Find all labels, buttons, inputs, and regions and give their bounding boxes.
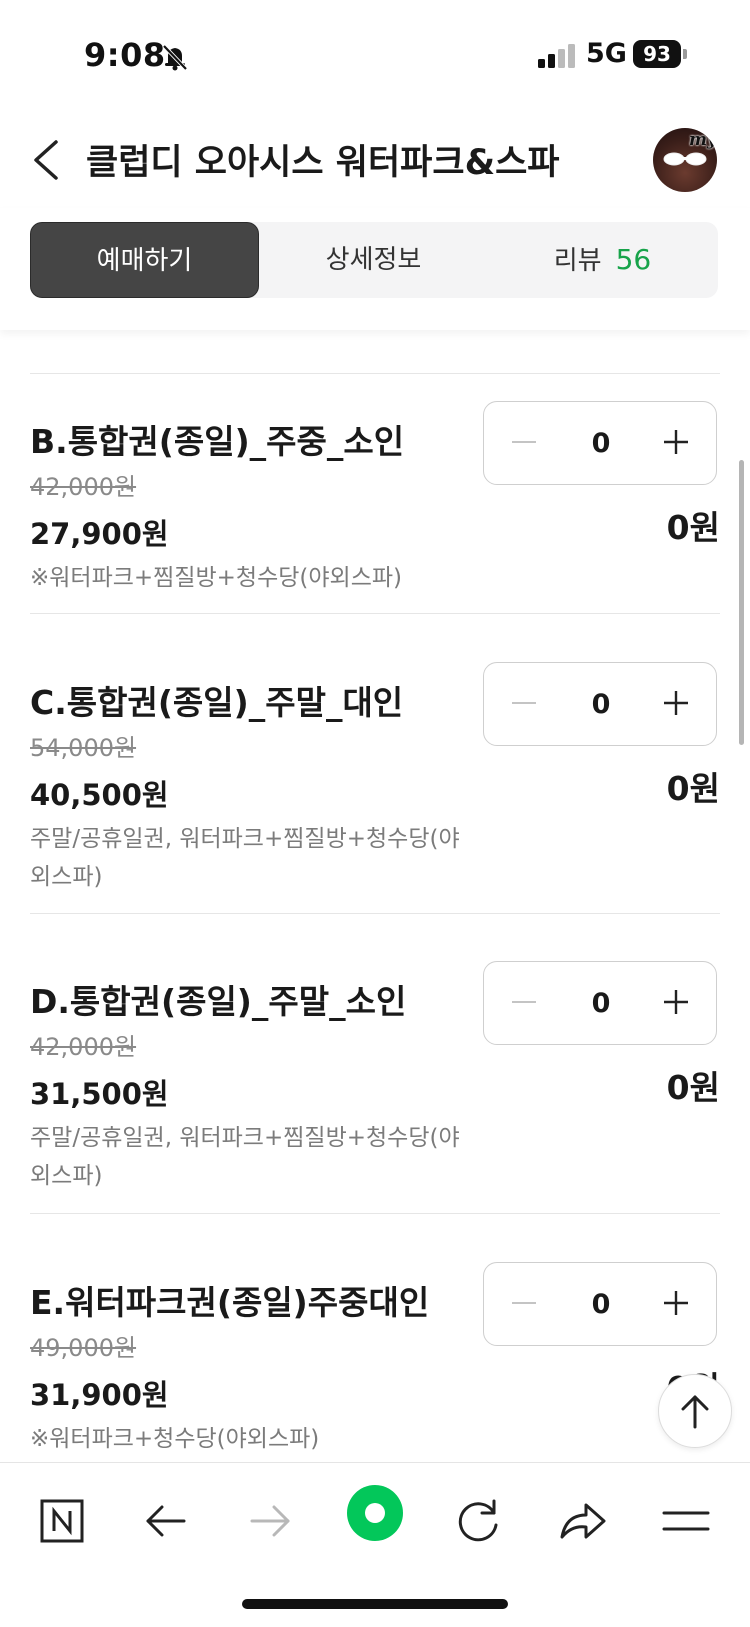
- ticket-price: 40,500원: [30, 778, 169, 812]
- refresh-icon[interactable]: [448, 1491, 508, 1551]
- menu-icon[interactable]: [656, 1491, 716, 1551]
- battery-tip: [683, 49, 687, 59]
- tab-details[interactable]: 상세정보: [259, 222, 488, 298]
- green-dot-icon[interactable]: [345, 1483, 405, 1543]
- minus-button[interactable]: [504, 1283, 544, 1323]
- status-time: 9:08: [84, 36, 166, 74]
- tab-details-label: 상세정보: [325, 245, 422, 275]
- back-button[interactable]: [28, 138, 64, 182]
- tab-reviews-label: 리뷰: [553, 246, 602, 276]
- quantity-stepper: 0: [483, 662, 717, 746]
- divider: [30, 913, 720, 914]
- divider: [30, 613, 720, 614]
- tab-reviews[interactable]: 리뷰 56: [488, 222, 717, 298]
- plus-button[interactable]: [656, 982, 696, 1022]
- ticket-total: 0원: [666, 1068, 720, 1107]
- quantity-value: 0: [591, 689, 611, 720]
- ticket-original-price: 42,000원: [30, 1033, 137, 1061]
- battery-indicator: 93: [633, 40, 681, 68]
- tab-bar: 예매하기 상세정보 리뷰 56: [30, 222, 718, 298]
- ticket-description: ※워터파크+청수당(야외스파): [30, 1426, 320, 1452]
- quantity-stepper: 0: [483, 961, 717, 1045]
- ticket-name: C.통합권(종일)_주말_대인: [30, 683, 404, 722]
- browser-toolbar: [0, 1462, 750, 1627]
- ticket-list: B.통합권(종일)_주중_소인 42,000원 27,900원 ※워터파크+찜질…: [0, 330, 750, 1462]
- network-label: 5G: [586, 38, 627, 69]
- plus-button[interactable]: [656, 683, 696, 723]
- tab-booking-label: 예매하기: [96, 246, 193, 276]
- divider: [30, 373, 720, 374]
- signal-icon: [538, 44, 575, 68]
- plus-button[interactable]: [656, 422, 696, 462]
- ticket-total: 0원: [666, 508, 720, 547]
- plus-button[interactable]: [656, 1283, 696, 1323]
- tab-bar-container: 예매하기 상세정보 리뷰 56: [0, 208, 750, 330]
- quantity-value: 0: [591, 988, 611, 1019]
- ticket-name: D.통합권(종일)_주말_소인: [30, 982, 407, 1021]
- arrow-right-icon[interactable]: [240, 1491, 300, 1551]
- quantity-value: 0: [591, 1289, 611, 1320]
- header: 클럽디 오아시스 워터파크&스파 my: [0, 110, 750, 208]
- naver-n-icon[interactable]: [32, 1491, 92, 1551]
- minus-button[interactable]: [504, 982, 544, 1022]
- minus-button[interactable]: [504, 422, 544, 462]
- ticket-description: ※워터파크+찜질방+청수당(야외스파): [30, 565, 403, 591]
- ticket-price: 31,900원: [30, 1378, 169, 1412]
- ticket-original-price: 54,000원: [30, 734, 137, 762]
- scroll-top-button[interactable]: [658, 1374, 732, 1448]
- review-count: 56: [615, 243, 652, 276]
- page-title: 클럽디 오아시스 워터파크&스파: [86, 143, 560, 183]
- avatar-glasses-icon: [663, 152, 707, 166]
- ticket-price: 31,500원: [30, 1077, 169, 1111]
- ticket-price: 27,900원: [30, 517, 169, 551]
- arrow-left-icon[interactable]: [136, 1491, 196, 1551]
- ticket-original-price: 49,000원: [30, 1334, 137, 1362]
- ticket-total: 0원: [666, 769, 720, 808]
- ticket-name: E.워터파크권(종일)주중대인: [30, 1283, 430, 1322]
- arrow-up-icon: [681, 1395, 709, 1429]
- avatar[interactable]: my: [653, 128, 717, 192]
- minus-button[interactable]: [504, 683, 544, 723]
- quantity-value: 0: [591, 428, 611, 459]
- tab-booking[interactable]: 예매하기: [30, 222, 259, 298]
- ticket-description: 주말/공휴일권, 워터파크+찜질방+청수당(야외스파): [30, 1125, 460, 1189]
- divider: [30, 1213, 720, 1214]
- scrollbar[interactable]: [739, 460, 744, 745]
- status-bar: 9:08 5G 93: [0, 0, 750, 110]
- bell-slash-icon: [162, 44, 188, 71]
- quantity-stepper: 0: [483, 1262, 717, 1346]
- ticket-description: 주말/공휴일권, 워터파크+찜질방+청수당(야외스파): [30, 826, 460, 890]
- home-indicator: [242, 1599, 508, 1609]
- ticket-original-price: 42,000원: [30, 473, 137, 501]
- share-icon[interactable]: [552, 1491, 612, 1551]
- avatar-my-label: my: [689, 130, 717, 150]
- ticket-name: B.통합권(종일)_주중_소인: [30, 422, 405, 461]
- quantity-stepper: 0: [483, 401, 717, 485]
